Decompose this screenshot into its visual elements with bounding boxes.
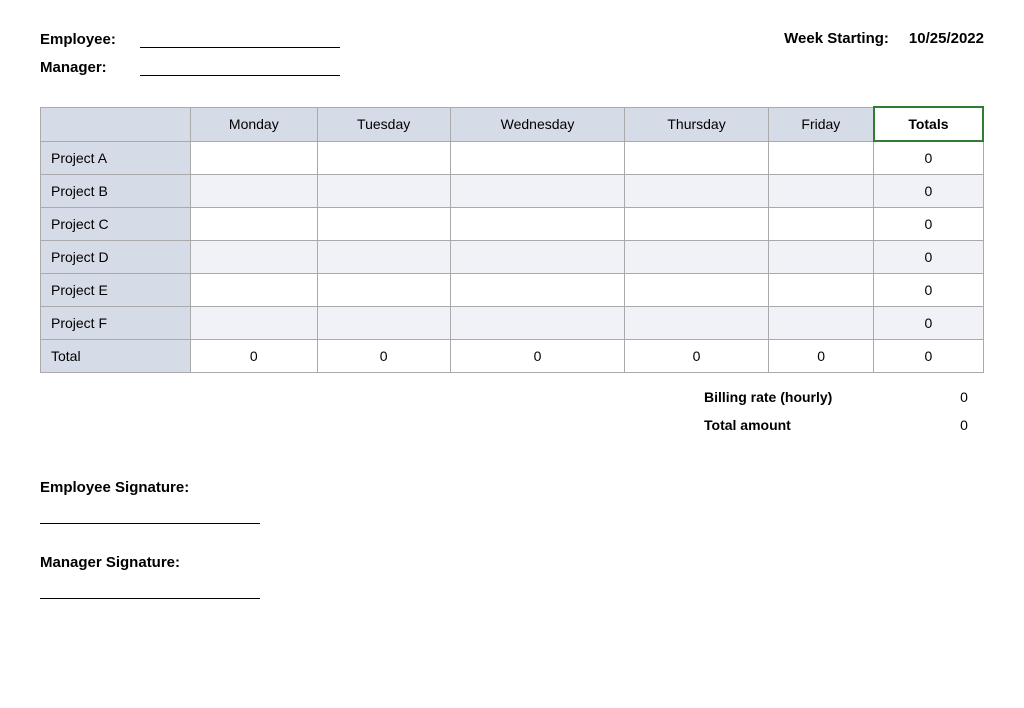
row-hours-cell — [317, 175, 450, 208]
total-row-grand: 0 — [874, 340, 983, 373]
total-amount-row: Total amount 0 — [704, 411, 984, 439]
th-friday: Friday — [768, 107, 873, 141]
table-row: Project E 0 — [41, 274, 984, 307]
row-hours-cell — [450, 274, 624, 307]
manager-field: Manager: — [40, 58, 340, 76]
row-hours-cell — [768, 274, 873, 307]
employee-label: Employee: — [40, 31, 130, 48]
th-tuesday: Tuesday — [317, 107, 450, 141]
table-row: Project A 0 — [41, 141, 984, 175]
week-date-value: 10/25/2022 — [909, 30, 984, 47]
row-hours-cell — [450, 241, 624, 274]
row-hours-cell — [191, 175, 317, 208]
row-hours-cell — [191, 274, 317, 307]
manager-signature-field: Manager Signature: — [40, 554, 984, 599]
manager-sig-label: Manager Signature: — [40, 554, 984, 571]
row-hours-cell — [450, 141, 624, 175]
row-hours-cell — [191, 141, 317, 175]
total-row-label: Total — [41, 340, 191, 373]
row-total: 0 — [874, 241, 983, 274]
row-hours-cell — [768, 175, 873, 208]
employee-sig-label: Employee Signature: — [40, 479, 984, 496]
th-empty — [41, 107, 191, 141]
row-total: 0 — [874, 141, 983, 175]
billing-rate-value: 0 — [944, 389, 984, 405]
row-total: 0 — [874, 175, 983, 208]
header-right: Week Starting: 10/25/2022 — [784, 30, 984, 47]
row-project-label: Project B — [41, 175, 191, 208]
header-left: Employee: Manager: — [40, 30, 340, 76]
total-row-day: 0 — [317, 340, 450, 373]
row-hours-cell — [625, 208, 769, 241]
row-hours-cell — [625, 175, 769, 208]
th-wednesday: Wednesday — [450, 107, 624, 141]
row-hours-cell — [191, 307, 317, 340]
row-project-label: Project C — [41, 208, 191, 241]
th-thursday: Thursday — [625, 107, 769, 141]
total-row-day: 0 — [450, 340, 624, 373]
row-project-label: Project A — [41, 141, 191, 175]
row-hours-cell — [450, 175, 624, 208]
employee-field: Employee: — [40, 30, 340, 48]
row-hours-cell — [317, 141, 450, 175]
row-total: 0 — [874, 208, 983, 241]
table-header-row: Monday Tuesday Wednesday Thursday Friday… — [41, 107, 984, 141]
table-row: Project D 0 — [41, 241, 984, 274]
table-row: Project C 0 — [41, 208, 984, 241]
row-hours-cell — [450, 208, 624, 241]
total-row-day: 0 — [625, 340, 769, 373]
row-project-label: Project D — [41, 241, 191, 274]
row-hours-cell — [191, 241, 317, 274]
row-hours-cell — [625, 241, 769, 274]
billing-rate-row: Billing rate (hourly) 0 — [704, 383, 984, 411]
row-hours-cell — [625, 307, 769, 340]
manager-input-line — [140, 58, 340, 76]
th-monday: Monday — [191, 107, 317, 141]
timesheet-table: Monday Tuesday Wednesday Thursday Friday… — [40, 106, 984, 373]
row-hours-cell — [317, 241, 450, 274]
employee-signature-field: Employee Signature: — [40, 479, 984, 524]
row-hours-cell — [317, 307, 450, 340]
table-row: Project F 0 — [41, 307, 984, 340]
total-row-day: 0 — [191, 340, 317, 373]
total-row-day: 0 — [768, 340, 873, 373]
signature-section: Employee Signature: Manager Signature: — [40, 479, 984, 599]
employee-sig-line — [40, 506, 260, 524]
week-starting-label: Week Starting: — [784, 30, 889, 47]
row-hours-cell — [191, 208, 317, 241]
row-project-label: Project E — [41, 274, 191, 307]
row-hours-cell — [450, 307, 624, 340]
row-project-label: Project F — [41, 307, 191, 340]
billing-section: Billing rate (hourly) 0 Total amount 0 — [40, 383, 984, 439]
row-total: 0 — [874, 307, 983, 340]
row-hours-cell — [625, 274, 769, 307]
billing-rate-label: Billing rate (hourly) — [704, 389, 832, 405]
manager-label: Manager: — [40, 59, 130, 76]
row-hours-cell — [768, 208, 873, 241]
row-hours-cell — [768, 141, 873, 175]
table-row: Project B 0 — [41, 175, 984, 208]
row-hours-cell — [768, 307, 873, 340]
th-totals: Totals — [874, 107, 983, 141]
total-amount-value: 0 — [944, 417, 984, 433]
row-hours-cell — [625, 141, 769, 175]
row-hours-cell — [317, 274, 450, 307]
total-row: Total000000 — [41, 340, 984, 373]
total-amount-label: Total amount — [704, 417, 791, 433]
row-total: 0 — [874, 274, 983, 307]
row-hours-cell — [317, 208, 450, 241]
row-hours-cell — [768, 241, 873, 274]
employee-input-line — [140, 30, 340, 48]
manager-sig-line — [40, 581, 260, 599]
header-section: Employee: Manager: Week Starting: 10/25/… — [40, 30, 984, 76]
